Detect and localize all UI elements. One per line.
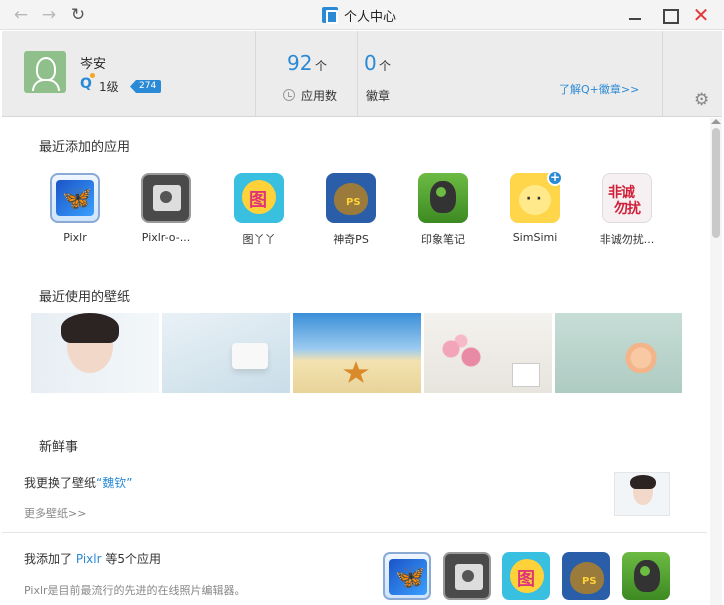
app-label: Pixlr-o-...	[141, 231, 191, 244]
gear-icon[interactable]: ⚙	[694, 91, 709, 109]
wallpaper-thumbnail[interactable]	[162, 313, 290, 393]
clock-icon	[283, 89, 295, 101]
app-item-feicheng-wurao[interactable]: 非诚勿扰...	[588, 173, 666, 247]
news-wallpaper-text: 我更换了壁纸“魏钦”	[24, 474, 132, 491]
back-arrow-icon[interactable]: ←	[10, 4, 32, 26]
shenqi-ps-icon[interactable]	[562, 552, 610, 600]
badges-unit: 个	[379, 59, 392, 73]
apps-unit: 个	[315, 59, 328, 73]
close-icon[interactable]: ✕	[690, 4, 712, 26]
pixlr-o-matic-icon	[141, 173, 191, 223]
scroll-up-arrow-icon[interactable]	[711, 119, 721, 124]
window-title: 个人中心	[322, 6, 397, 25]
wallpaper-thumbnail[interactable]	[293, 313, 421, 393]
learn-badges-link[interactable]: 了解Q+徽章>>	[559, 81, 639, 97]
pixlr-o-matic-icon[interactable]	[443, 552, 491, 600]
header-divider	[255, 31, 256, 117]
news-wallpaper-prefix: 我更换了壁纸	[24, 476, 97, 490]
app-label: Pixlr	[63, 231, 87, 244]
q-plus-icon: Q	[80, 73, 95, 92]
pixlr-icon	[50, 173, 100, 223]
app-label: SimSimi	[512, 231, 558, 244]
wallpaper-name-link[interactable]: “魏钦”	[96, 476, 132, 490]
minimize-icon[interactable]	[624, 4, 646, 26]
tuyaya-icon[interactable]	[502, 552, 550, 600]
level-badge: 274	[130, 80, 162, 93]
header-divider	[357, 31, 358, 117]
header-divider	[662, 31, 663, 117]
scrollbar-thumb[interactable]	[712, 128, 720, 238]
news-wallpaper-thumbnail[interactable]	[614, 472, 670, 516]
apps-label: 应用数	[301, 89, 338, 103]
added-prefix: 我添加了	[24, 552, 73, 566]
app-label: 印象笔记	[421, 233, 465, 246]
badges-count[interactable]: 0	[364, 51, 377, 75]
evernote-icon	[418, 173, 468, 223]
profile-card-icon	[322, 7, 338, 24]
shenqi-ps-icon	[326, 173, 376, 223]
app-label: 神奇PS	[333, 233, 369, 246]
app-item-simsimi[interactable]: SimSimi	[496, 173, 574, 244]
window-title-text: 个人中心	[344, 9, 397, 25]
pixlr-icon[interactable]	[383, 552, 431, 600]
app-label: 图丫丫	[242, 233, 276, 246]
avatar[interactable]	[24, 51, 66, 93]
profile-header: 岑安 Q 1级 274 92 个 应用数 0 个 徽章 了解Q+徽章>> ⚙	[2, 31, 722, 117]
reload-icon[interactable]: ↻	[67, 4, 89, 26]
added-app-link[interactable]: Pixlr	[76, 552, 102, 566]
app-description: Pixlr是目前最流行的先进的在线照片编辑器。	[24, 584, 246, 597]
app-item-evernote[interactable]: 印象笔记	[404, 173, 482, 247]
app-label: 非诚勿扰...	[599, 233, 655, 246]
feicheng-wurao-icon	[602, 173, 652, 223]
plus-icon[interactable]: +	[547, 170, 563, 186]
wallpaper-thumbnail[interactable]	[31, 313, 159, 393]
app-item-pixlr-o-matic[interactable]: Pixlr-o-...	[127, 173, 205, 244]
divider	[2, 532, 707, 533]
title-bar: ← → ↻ 个人中心 ✕	[0, 0, 724, 30]
recent-apps-title: 最近添加的应用	[39, 140, 131, 155]
news-title: 新鲜事	[39, 440, 79, 455]
more-wallpapers-link[interactable]: 更多壁纸>>	[24, 505, 86, 521]
wallpaper-thumbnail[interactable]	[555, 313, 682, 393]
app-item-shenqi-ps[interactable]: 神奇PS	[312, 173, 390, 247]
news-added-apps-text: 我添加了 Pixlr 等5个应用	[24, 550, 161, 567]
wallpaper-thumbnail[interactable]	[424, 313, 552, 393]
apps-count[interactable]: 92	[287, 51, 312, 75]
app-item-tuyaya[interactable]: 图丫丫	[220, 173, 298, 247]
maximize-icon[interactable]	[658, 4, 680, 26]
username: 岑安	[80, 57, 107, 72]
level-text: 1级	[99, 80, 119, 94]
badges-label: 徽章	[366, 89, 391, 103]
app-item-pixlr[interactable]: Pixlr	[36, 173, 114, 244]
recent-wallpapers-title: 最近使用的壁纸	[39, 290, 131, 305]
forward-arrow-icon[interactable]: →	[38, 4, 60, 26]
tuyaya-icon	[234, 173, 284, 223]
evernote-icon[interactable]	[622, 552, 670, 600]
added-suffix: 等5个应用	[105, 552, 161, 566]
